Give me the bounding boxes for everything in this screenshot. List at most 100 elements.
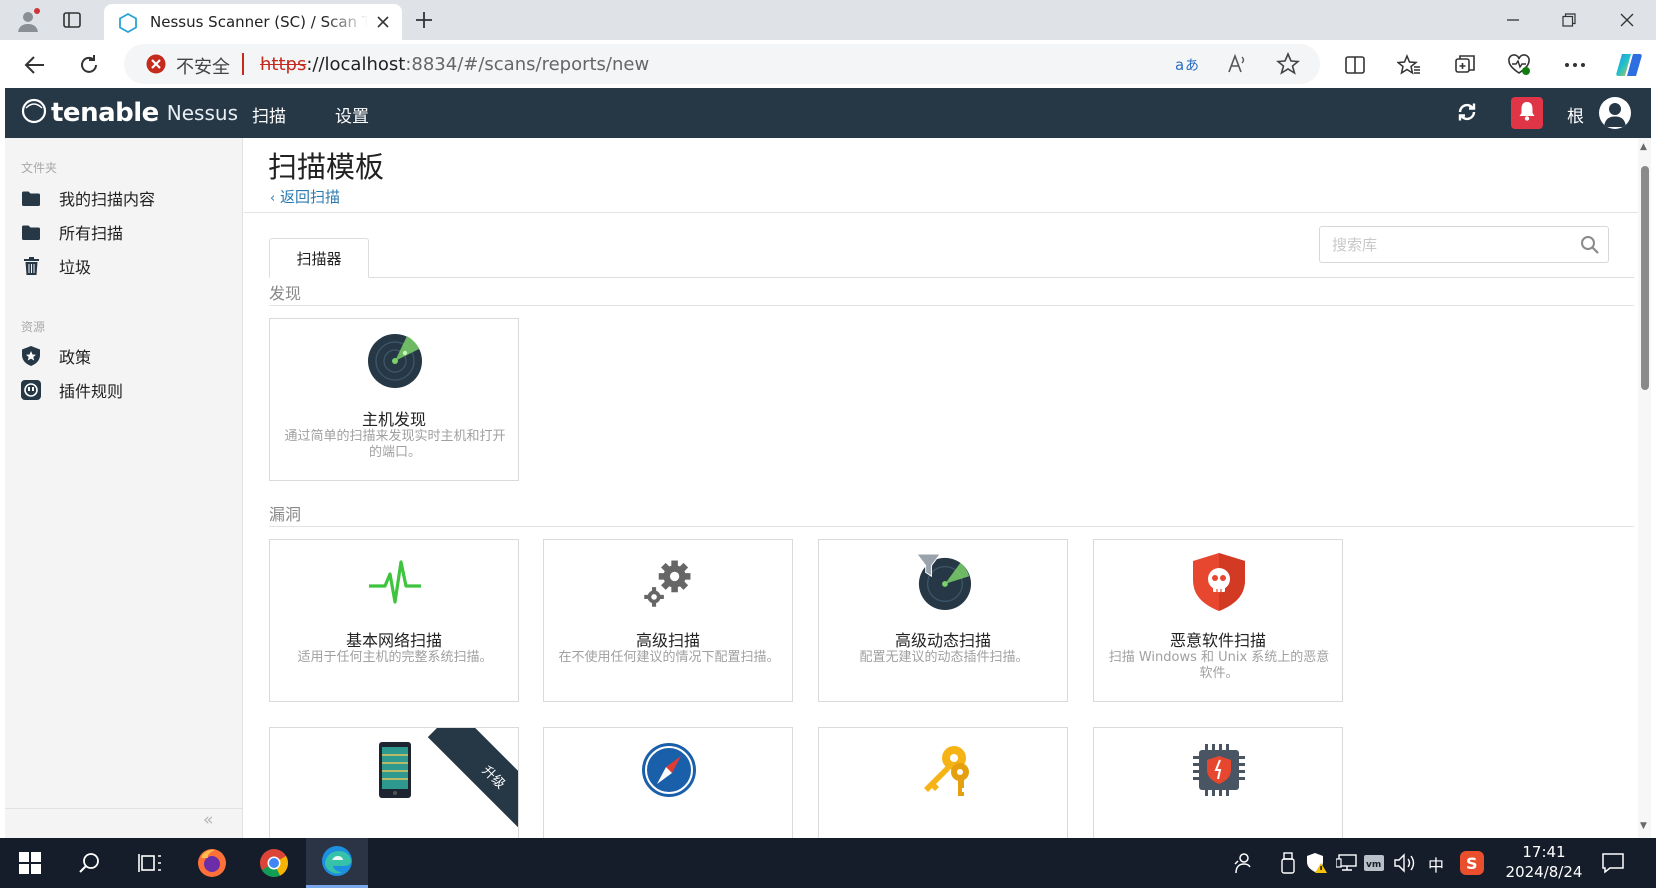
user-name[interactable]: 根 [1567,102,1584,127]
card-title: 恶意软件扫描 [1169,631,1266,650]
radar-icon [367,333,423,389]
sogou-input-icon[interactable]: S [1460,851,1484,875]
scroll-thumb[interactable] [1641,166,1649,390]
translate-icon[interactable]: aあ [1174,53,1199,79]
browser-essentials-icon[interactable] [1502,48,1536,82]
sidebar-folders-header: 文件夹 [21,161,58,175]
sidebar-item-trash[interactable]: 垃圾 [21,251,235,281]
svg-text:vm: vm [1366,860,1381,870]
people-icon[interactable] [1232,852,1254,874]
gears-icon [641,554,697,610]
volume-icon[interactable] [1394,852,1418,874]
ime-indicator[interactable]: 中 [1428,852,1444,876]
title-divider [244,212,1638,213]
task-view-icon[interactable] [122,838,178,888]
sidebar-item-label: 政策 [59,348,92,367]
address-divider [242,53,244,75]
sidebar-item-plugin-rules[interactable]: 插件规则 [21,375,235,405]
minimize-icon[interactable] [1484,0,1542,40]
tab-favicon-icon [118,12,138,37]
template-card-basic-network-scan[interactable]: 基本网络扫描 适用于任何主机的完整系统扫描。 [269,539,519,702]
keys-icon [916,742,972,798]
favorite-star-icon[interactable] [1275,51,1301,80]
profile-icon[interactable] [14,6,42,34]
close-tab-icon[interactable] [376,14,390,33]
back-to-scans-link[interactable]: ‹ 返回扫描 [270,186,340,207]
card-title: 基本网络扫描 [345,631,442,650]
clock-time: 17:41 [1522,843,1566,861]
nav-scans[interactable]: 扫描 [252,102,286,127]
edge-taskbar-button[interactable] [306,838,368,888]
section-label-vulnerabilities: 漏洞 [269,505,302,524]
collapse-sidebar-icon[interactable]: « [203,810,213,830]
template-card-mobile[interactable]: 升级 [269,727,519,838]
template-card-host-discovery[interactable]: 主机发现 通过简单的扫描来发现实时主机和打开的端口。 [269,318,519,481]
clock-date: 2024/8/24 [1505,863,1583,881]
nav-settings[interactable]: 设置 [335,102,369,127]
close-window-icon[interactable] [1598,0,1656,40]
scroll-up-icon[interactable]: ▲ [1640,142,1647,152]
tab-divider [269,277,1634,278]
browser-tab-active[interactable]: Nessus Scanner (SC) / Scan Templates [104,4,402,40]
reload-icon[interactable] [72,48,106,82]
scroll-down-icon[interactable]: ▼ [1640,821,1647,831]
search-icon[interactable] [1580,235,1600,259]
sidebar-item-policies[interactable]: 政策 [21,341,235,371]
tab-scanners[interactable]: 扫描器 [269,238,369,278]
user-avatar-icon [1599,103,1631,129]
url-text[interactable]: https://localhost:8834/#/scans/reports/n… [260,54,649,75]
address-bar[interactable]: 不安全 https://localhost:8834/#/scans/repor… [124,44,1320,84]
split-screen-icon[interactable] [1338,48,1372,82]
notification-center-icon[interactable] [1602,852,1624,874]
brand-logo[interactable]: tenable Nessus [21,96,238,130]
new-tab-icon[interactable] [410,6,438,34]
sidebar-item-my-scans[interactable]: 我的扫描内容 [21,183,235,213]
plugin-icon [21,380,41,400]
user-avatar[interactable] [1599,97,1631,129]
scrollbar[interactable]: ▲ ▼ [1638,138,1651,838]
start-icon[interactable] [2,838,58,888]
firefox-icon[interactable] [184,838,240,888]
tab-actions-icon[interactable] [58,6,86,34]
section-divider [269,305,1634,306]
notifications-button[interactable] [1511,97,1543,129]
template-card-malware-scan[interactable]: 恶意软件扫描 扫描 Windows 和 Unix 系统上的恶意软件。 [1093,539,1343,702]
template-card-advanced-scan[interactable]: 高级扫描 在不使用任何建议的情况下配置扫描。 [543,539,793,702]
read-aloud-icon[interactable] [1226,53,1248,79]
usb-device-icon[interactable] [1280,852,1296,874]
refresh-icon[interactable] [1455,100,1479,128]
vm-tools-icon[interactable]: vm [1364,852,1384,874]
chip-shield-icon [1191,742,1247,798]
page-title: 扫描模板 [268,150,385,184]
upgrade-ribbon[interactable]: 升级 [427,728,518,838]
clock[interactable]: 17:41 2024/8/24 [1500,842,1588,882]
template-card-credentials[interactable] [818,727,1068,838]
collections-icon[interactable] [1448,48,1482,82]
search-input[interactable] [1320,227,1570,262]
favorites-icon[interactable] [1392,48,1426,82]
brand-product: Nessus [166,101,238,125]
not-secure-icon[interactable] [146,54,166,78]
sidebar-item-label: 垃圾 [59,258,92,277]
template-card-advanced-dynamic-scan[interactable]: 高级动态扫描 配置无建议的动态插件扫描。 [818,539,1068,702]
network-icon[interactable] [1336,852,1358,874]
security-warning-icon[interactable] [1306,852,1328,874]
funnel-radar-icon [916,553,972,610]
svg-text:S: S [1466,854,1478,873]
sidebar-item-all-scans[interactable]: 所有扫描 [21,217,235,247]
template-card-web-app[interactable] [543,727,793,838]
restore-icon[interactable] [1540,0,1598,40]
template-card-firmware[interactable] [1093,727,1343,838]
search-taskbar-icon[interactable] [62,838,118,888]
sidebar-divider [5,808,243,809]
skull-shield-icon [1191,553,1247,611]
more-menu-icon[interactable] [1558,48,1592,82]
security-label[interactable]: 不安全 [176,53,230,79]
sidebar-item-label: 我的扫描内容 [59,190,156,209]
back-arrow-icon[interactable] [18,48,52,82]
search-box [1319,226,1609,263]
chrome-icon[interactable] [246,838,302,888]
copilot-icon[interactable] [1612,48,1646,82]
sidebar: 文件夹 我的扫描内容 所有扫描 垃圾 资源 政策 插件规则 « [5,138,243,838]
folder-icon [21,222,41,242]
